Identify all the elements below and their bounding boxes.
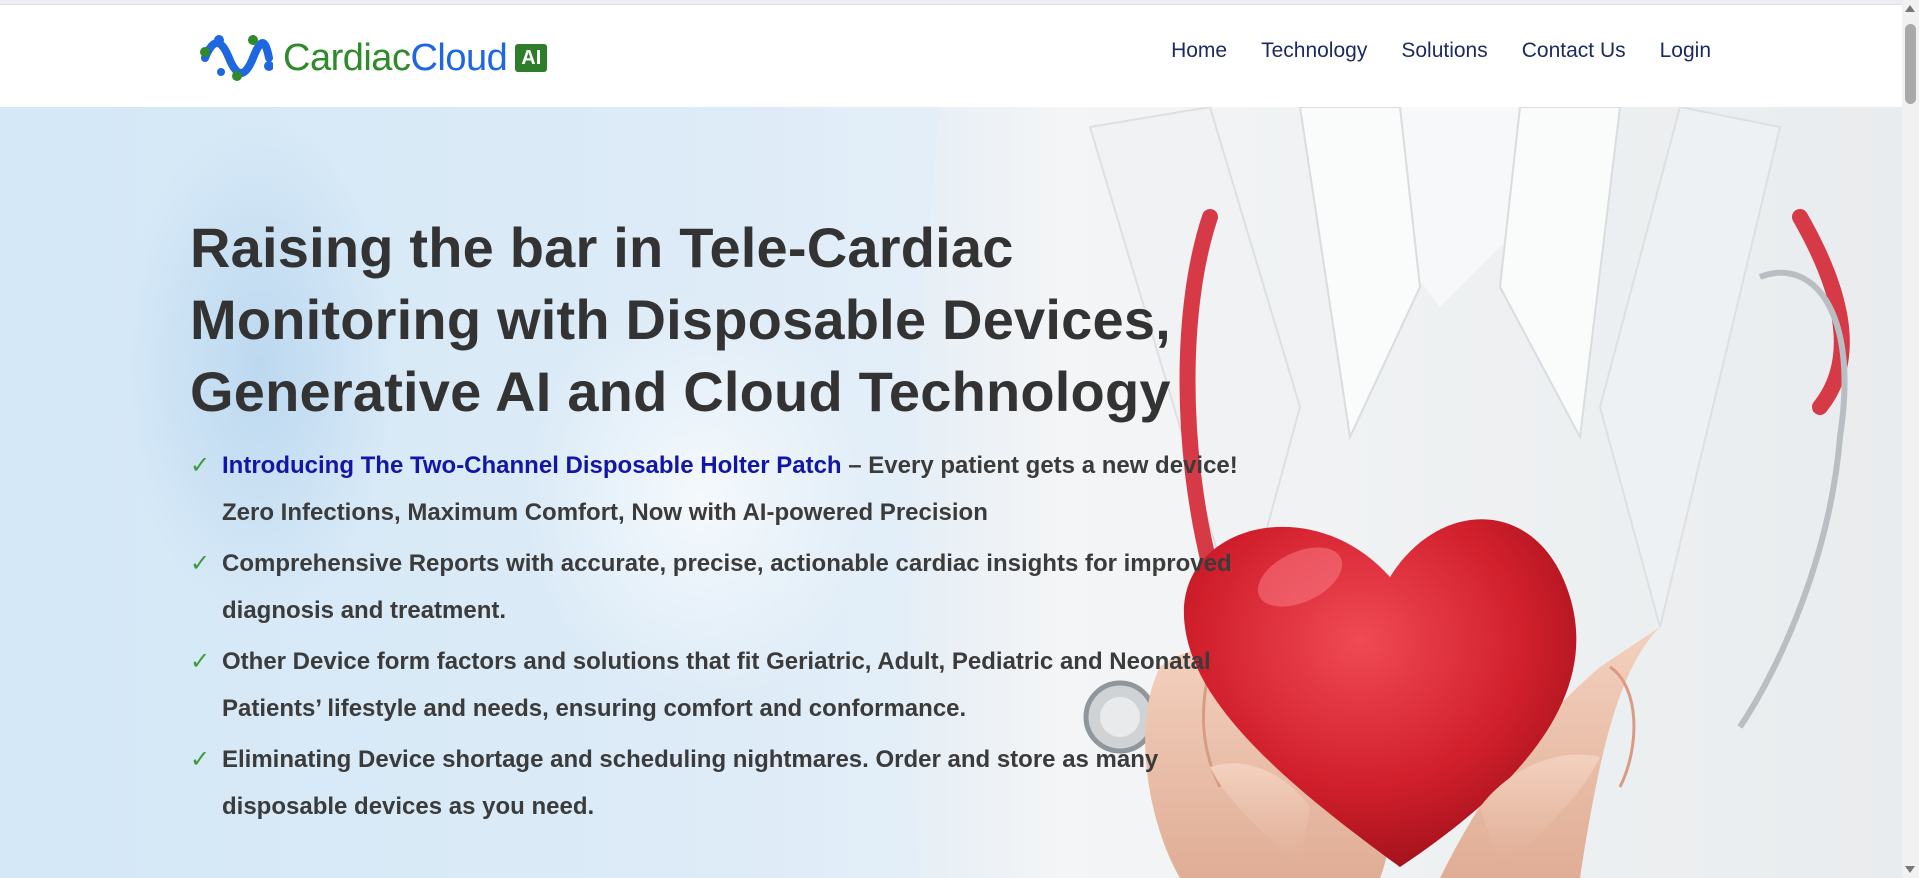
hero-bullet-list: ✓ Introducing The Two-Channel Disposable… [190,442,1250,830]
scroll-up-icon[interactable] [1905,5,1915,12]
check-icon: ✓ [190,648,211,675]
scrollbar-thumb[interactable] [1905,24,1916,104]
brand-name-part2: Cloud [410,36,508,79]
nav-solutions[interactable]: Solutions [1401,33,1487,69]
logo-mark-icon [200,35,273,81]
bullet-text: Eliminating Device shortage and scheduli… [222,746,1159,820]
nav-login[interactable]: Login [1660,33,1711,69]
brand-name-part1: Cardiac [283,36,411,79]
nav-home[interactable]: Home [1171,33,1227,69]
scroll-down-icon[interactable] [1905,866,1915,873]
brand-logo[interactable]: CardiacCloud AI [199,32,548,84]
nav-technology[interactable]: Technology [1261,33,1367,69]
list-item: ✓ Comprehensive Reports with accurate, p… [190,540,1250,634]
hero-content: Raising the bar in Tele-Cardiac Monitori… [190,212,1250,834]
list-item: ✓ Introducing The Two-Channel Disposable… [190,442,1250,536]
list-item: ✓ Other Device form factors and solution… [190,638,1250,732]
holter-patch-link[interactable]: Introducing The Two-Channel Disposable H… [222,452,842,479]
check-icon: ✓ [190,746,211,773]
brand-ai-badge: AI [515,44,548,72]
check-icon: ✓ [190,452,211,479]
site-header: CardiacCloud AI Home Technology Solution… [0,5,1902,108]
nav-contact-us[interactable]: Contact Us [1522,33,1626,69]
list-item: ✓ Eliminating Device shortage and schedu… [190,736,1250,830]
hero-title: Raising the bar in Tele-Cardiac Monitori… [190,216,1171,423]
page-scrollbar[interactable] [1902,0,1919,878]
main-nav: Home Technology Solutions Contact Us Log… [1171,33,1711,69]
bullet-text: Comprehensive Reports with accurate, pre… [222,550,1232,624]
bullet-text: Other Device form factors and solutions … [222,648,1211,722]
check-icon: ✓ [190,550,211,577]
hero-section: Raising the bar in Tele-Cardiac Monitori… [0,107,1902,878]
brand-name: CardiacCloud [283,36,508,80]
